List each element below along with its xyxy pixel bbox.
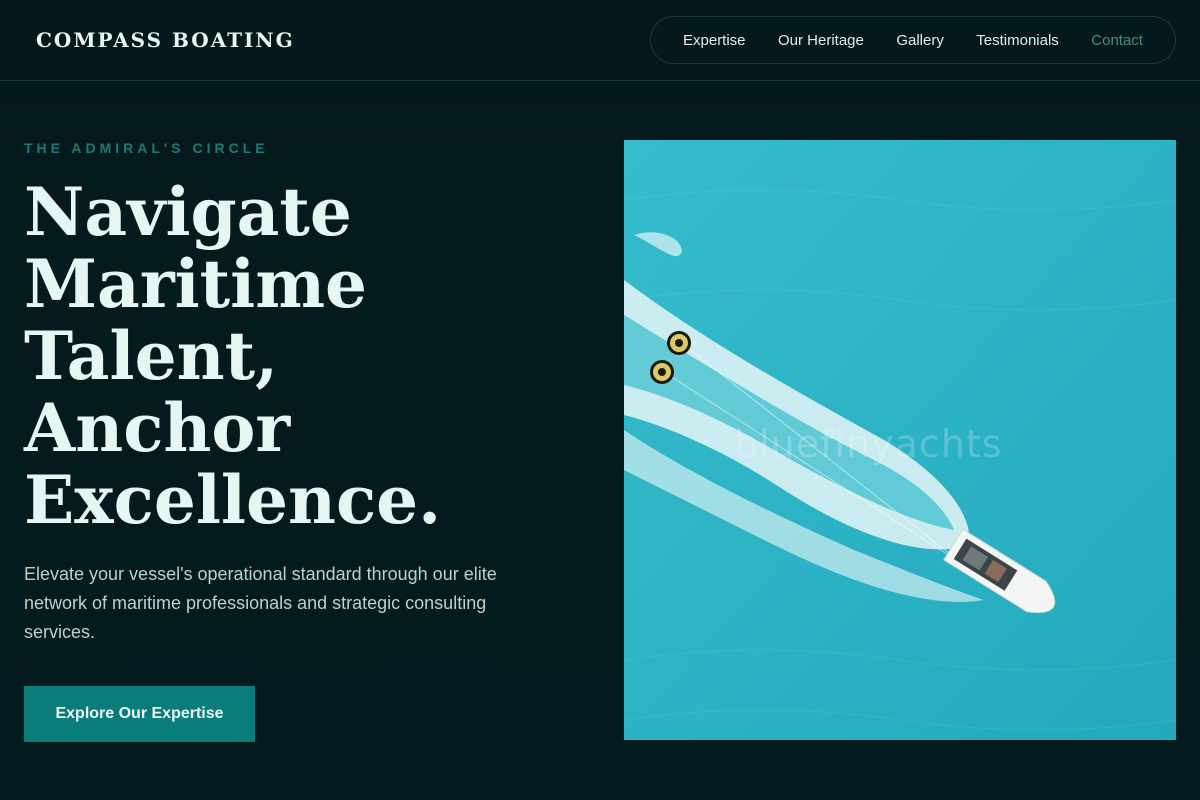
brand-logo[interactable]: COMPASS BOATING <box>36 28 295 52</box>
headline-line: Maritime <box>24 245 368 323</box>
hero-image: bluefinyachts <box>624 140 1176 740</box>
image-watermark: bluefinyachts <box>734 422 1003 466</box>
nav-link-contact[interactable]: Contact <box>1091 32 1143 49</box>
nav-link-expertise[interactable]: Expertise <box>683 32 746 49</box>
main-nav: Expertise Our Heritage Gallery Testimoni… <box>650 16 1176 64</box>
inflatable-tube <box>650 360 674 384</box>
hero-description: Elevate your vessel's operational standa… <box>24 564 497 642</box>
site-header: COMPASS BOATING Expertise Our Heritage G… <box>0 0 1200 81</box>
explore-expertise-button[interactable]: Explore Our Expertise <box>24 686 255 742</box>
headline-line: Anchor <box>24 389 291 467</box>
headline-line: Navigate <box>24 173 352 251</box>
nav-link-gallery[interactable]: Gallery <box>896 32 944 49</box>
headline-line: Talent, <box>24 317 279 395</box>
hero-headline: Navigate Maritime Talent, Anchor Excelle… <box>24 176 584 536</box>
nav-link-our-heritage[interactable]: Our Heritage <box>778 32 864 49</box>
inflatable-tube <box>667 331 691 355</box>
nav-link-testimonials[interactable]: Testimonials <box>976 32 1059 49</box>
hero-kicker: THE ADMIRAL'S CIRCLE <box>24 140 269 156</box>
page: COMPASS BOATING Expertise Our Heritage G… <box>0 0 1200 800</box>
headline-line: Excellence. <box>24 461 442 539</box>
